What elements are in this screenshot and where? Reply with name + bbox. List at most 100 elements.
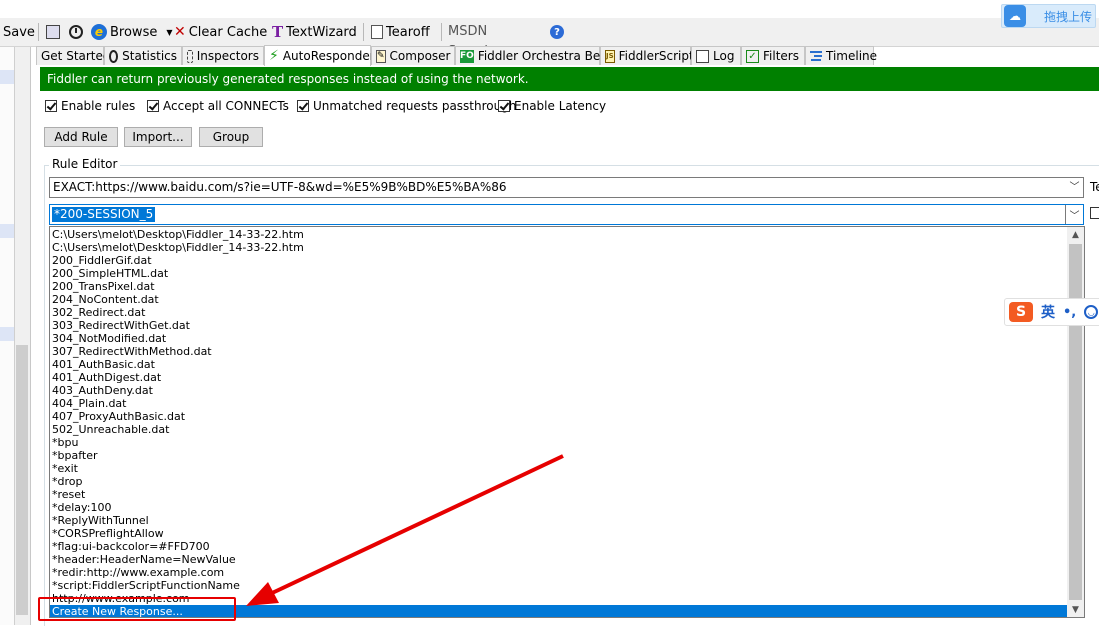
enable-latency-checkbox[interactable]: Enable Latency xyxy=(498,98,606,113)
tearoff-icon xyxy=(371,25,383,39)
annotation-highlight-box xyxy=(38,597,236,621)
dropdown-item[interactable]: 407_ProxyAuthBasic.dat xyxy=(52,410,185,423)
orchestra-icon: FO xyxy=(460,49,474,63)
screenshot-button[interactable] xyxy=(46,18,60,46)
checkbox-checked-icon[interactable] xyxy=(147,99,159,112)
tab-inspectors[interactable]: Inspectors xyxy=(182,46,264,65)
dropdown-item[interactable]: *redir:http://www.example.com xyxy=(52,566,224,579)
dropdown-scrollbar[interactable]: ▲ ▼ xyxy=(1067,227,1084,617)
tab-get-started[interactable]: Get Started xyxy=(36,46,111,65)
add-rule-button[interactable]: Add Rule xyxy=(44,127,118,147)
match-condition-combobox[interactable]: EXACT:https://www.baidu.com/s?ie=UTF-8&w… xyxy=(49,177,1084,198)
dropdown-item[interactable]: *bpafter xyxy=(52,449,98,462)
save-button[interactable]: Save xyxy=(3,18,35,46)
tab-log[interactable]: Log xyxy=(691,46,741,65)
ime-language-toggle[interactable]: 英 xyxy=(1041,302,1055,322)
info-banner: Fiddler can return previously generated … xyxy=(40,67,1099,91)
rule-editor-label: Rule Editor xyxy=(49,157,121,171)
scrollbar-thumb[interactable] xyxy=(16,345,28,615)
toolbar-separator xyxy=(363,23,364,41)
lightning-icon: ⚡ xyxy=(269,48,279,64)
scroll-down-icon[interactable]: ▼ xyxy=(1067,602,1084,617)
chevron-down-icon[interactable]: ﹀ xyxy=(1066,178,1083,197)
group-button[interactable]: Group xyxy=(199,127,263,147)
tearoff-button[interactable]: Tearoff xyxy=(371,18,430,46)
accept-connects-checkbox[interactable]: Accept all CONNECTs xyxy=(147,98,289,113)
textwizard-button[interactable]: T TextWizard xyxy=(272,18,357,46)
tab-autoresponder[interactable]: ⚡ AutoResponder xyxy=(264,45,375,66)
emoji-icon[interactable]: ◡ xyxy=(1084,305,1099,319)
dropdown-item[interactable]: *delay:100 xyxy=(52,501,111,514)
chevron-down-icon: ▼ xyxy=(166,27,173,37)
dropdown-item[interactable]: C:\Users\melot\Desktop\Fiddler_14-33-22.… xyxy=(52,228,304,241)
dropdown-item[interactable]: C:\Users\melot\Desktop\Fiddler_14-33-22.… xyxy=(52,241,304,254)
checkbox-checked-icon[interactable] xyxy=(45,99,57,112)
dropdown-item[interactable]: *ReplyWithTunnel xyxy=(52,514,149,527)
dropdown-item[interactable]: *exit xyxy=(52,462,78,475)
dropdown-item[interactable]: 303_RedirectWithGet.dat xyxy=(52,319,190,332)
tab-fiddler-orchestra[interactable]: FO Fiddler Orchestra Beta xyxy=(455,46,612,65)
tab-filters[interactable]: ✓ Filters xyxy=(741,46,805,65)
log-icon xyxy=(696,49,709,63)
checkbox-checked-icon[interactable] xyxy=(498,99,510,112)
dropdown-item[interactable]: 401_AuthDigest.dat xyxy=(52,371,161,384)
msdn-search-input[interactable]: MSDN Search... xyxy=(448,22,548,59)
scroll-up-icon[interactable]: ▲ xyxy=(1067,227,1084,242)
dropdown-item[interactable]: 502_Unreachable.dat xyxy=(52,423,169,436)
session-list[interactable] xyxy=(0,47,15,625)
response-action-value: *200-SESSION_5 xyxy=(52,207,156,222)
dropdown-item[interactable]: 403_AuthDeny.dat xyxy=(52,384,153,397)
sogou-logo: S xyxy=(1009,302,1033,322)
script-icon: JS xyxy=(605,49,615,63)
clock-icon xyxy=(69,25,83,39)
unmatched-passthrough-checkbox[interactable]: Unmatched requests passthrough xyxy=(297,98,516,113)
checkbox-icon: ✓ xyxy=(746,49,759,63)
tab-fiddlerscript[interactable]: JS FiddlerScript xyxy=(600,46,694,65)
dropdown-item[interactable]: 302_Redirect.dat xyxy=(52,306,145,319)
main-toolbar: Save e Browse ▼ ✕ Clear Cache T TextWiza… xyxy=(0,18,1099,59)
dropdown-item[interactable]: 401_AuthBasic.dat xyxy=(52,358,155,371)
enable-rules-checkbox[interactable]: Enable rules xyxy=(45,98,135,113)
clear-cache-icon: ✕ xyxy=(174,24,186,40)
dropdown-item[interactable]: 304_NotModified.dat xyxy=(52,332,166,345)
tab-composer[interactable]: ✎ Composer xyxy=(371,46,455,65)
timeline-icon xyxy=(810,50,822,63)
dropdown-item[interactable]: *script:FiddlerScriptFunctionName xyxy=(52,579,240,592)
list-item[interactable] xyxy=(0,70,14,84)
test-button-fragment[interactable]: Te xyxy=(1090,180,1099,194)
response-action-combobox[interactable]: *200-SESSION_5 ﹀ xyxy=(49,204,1084,225)
timer-button[interactable] xyxy=(69,18,83,46)
session-list-scrollbar[interactable] xyxy=(15,47,31,625)
upload-button[interactable]: ☁ 拖拽上传 xyxy=(1001,4,1096,28)
dropdown-item[interactable]: 404_Plain.dat xyxy=(52,397,127,410)
help-button[interactable]: ? xyxy=(550,18,564,46)
ime-toolbar[interactable]: S 英 •, ◡ xyxy=(1004,298,1099,326)
dropdown-item[interactable]: 200_FiddlerGif.dat xyxy=(52,254,152,267)
browse-button[interactable]: e Browse ▼ xyxy=(91,18,173,46)
list-item[interactable] xyxy=(0,224,14,238)
dropdown-item[interactable]: *header:HeaderName=NewValue xyxy=(52,553,236,566)
tab-timeline[interactable]: Timeline xyxy=(805,46,877,65)
toolbar-separator xyxy=(441,23,442,41)
dropdown-item[interactable]: *bpu xyxy=(52,436,78,449)
cloud-icon: ☁ xyxy=(1004,5,1026,27)
composer-icon: ✎ xyxy=(376,49,386,63)
dropdown-item[interactable]: *CORSPreflightAllow xyxy=(52,527,164,540)
response-action-dropdown[interactable]: C:\Users\melot\Desktop\Fiddler_14-33-22.… xyxy=(49,226,1085,618)
list-item[interactable] xyxy=(0,327,14,341)
side-checkbox[interactable] xyxy=(1090,207,1099,219)
clear-cache-button[interactable]: ✕ Clear Cache xyxy=(174,18,267,46)
checkbox-checked-icon[interactable] xyxy=(297,99,309,112)
ime-punctuation-toggle[interactable]: •, xyxy=(1063,305,1076,320)
dropdown-item[interactable]: 200_TransPixel.dat xyxy=(52,280,155,293)
dropdown-item[interactable]: *reset xyxy=(52,488,85,501)
dropdown-item[interactable]: 200_SimpleHTML.dat xyxy=(52,267,168,280)
dropdown-item[interactable]: 204_NoContent.dat xyxy=(52,293,159,306)
import-button[interactable]: Import... xyxy=(124,127,192,147)
chevron-down-icon[interactable]: ﹀ xyxy=(1065,205,1083,224)
dropdown-item[interactable]: *flag:ui-backcolor=#FFD700 xyxy=(52,540,210,553)
dropdown-item[interactable]: 307_RedirectWithMethod.dat xyxy=(52,345,212,358)
dropdown-item[interactable]: *drop xyxy=(52,475,82,488)
tab-statistics[interactable]: Statistics xyxy=(104,46,182,65)
toolbar-separator xyxy=(38,23,39,41)
